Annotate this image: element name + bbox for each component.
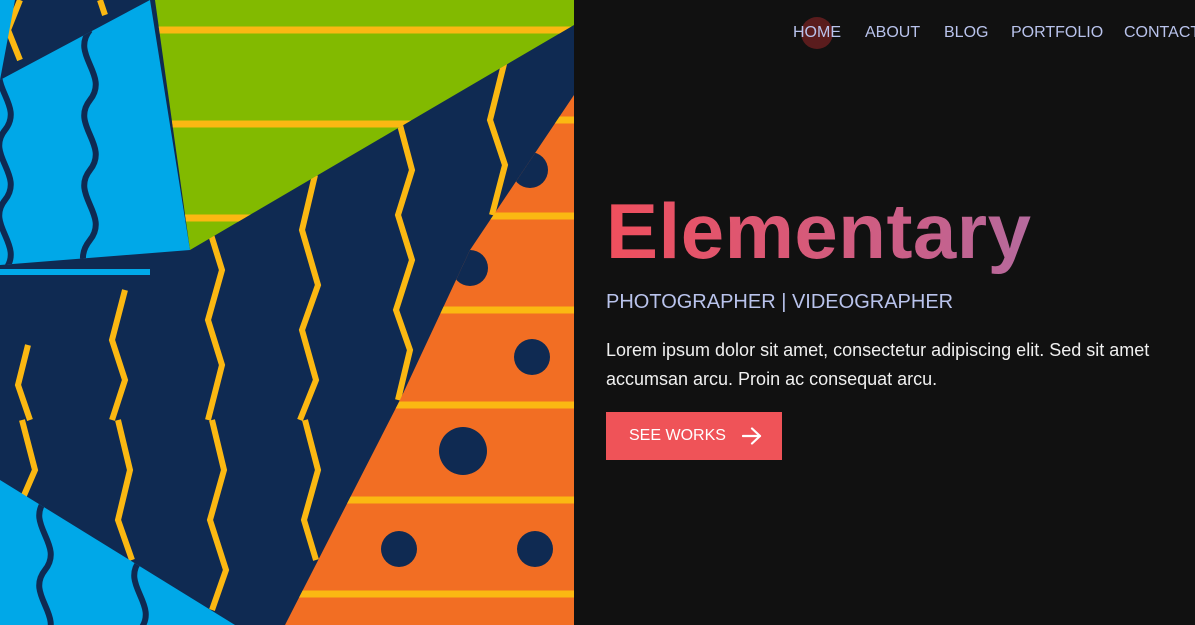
see-works-button[interactable]: SEE WORKS xyxy=(606,412,782,460)
nav-item-home[interactable]: HOME xyxy=(793,24,841,42)
hero-title: Elementary xyxy=(606,186,1186,276)
landing-page: HOME ABOUT BLOG PORTFOLIO CONTACT Elemen… xyxy=(0,0,1195,625)
hero-description: Lorem ipsum dolor sit amet, consectetur … xyxy=(606,340,1150,389)
hero-subtitle: PHOTOGRAPHER | VIDEOGRAPHER xyxy=(606,291,954,313)
main-navigation: HOME ABOUT BLOG PORTFOLIO CONTACT xyxy=(574,0,1195,66)
nav-item-contact[interactable]: CONTACT xyxy=(1124,24,1195,42)
hero-artwork xyxy=(0,0,574,625)
arrow-right-icon xyxy=(741,427,762,450)
nav-item-blog[interactable]: BLOG xyxy=(944,24,988,42)
nav-item-about[interactable]: ABOUT xyxy=(865,24,920,42)
hero-section: Elementary PHOTOGRAPHER | VIDEOGRAPHER L… xyxy=(606,186,1186,394)
nav-item-portfolio[interactable]: PORTFOLIO xyxy=(1011,24,1103,42)
abstract-pattern-illustration xyxy=(0,0,574,625)
see-works-label: SEE WORKS xyxy=(629,427,726,444)
